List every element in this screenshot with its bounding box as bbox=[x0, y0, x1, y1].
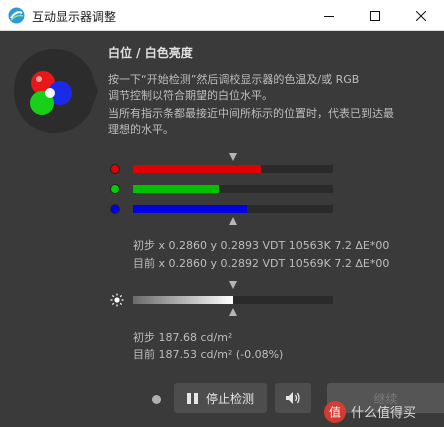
stop-measurement-label: 停止检测 bbox=[205, 391, 254, 406]
audio-button[interactable] bbox=[275, 383, 311, 413]
red-channel-dot bbox=[110, 164, 120, 174]
instruction-line-2: 调节控制以符合期望的白位水平。 bbox=[108, 89, 273, 102]
instruction-line-1: 按一下“开始检测”然后调校显示器的色温及/或 RGB bbox=[108, 73, 360, 86]
window-title: 互动显示器调整 bbox=[32, 10, 117, 24]
title-bar: 互动显示器调整 bbox=[0, 0, 444, 31]
section-heading: 白位 / 白色亮度 bbox=[108, 46, 193, 60]
rgb-current-reading: 目前 x 0.2860 y 0.2892 VDT 10569K 7.2 ΔE*0… bbox=[133, 257, 390, 270]
blue-channel-fill bbox=[133, 205, 247, 213]
red-channel-fill bbox=[133, 165, 261, 173]
calibration-panel: 白位 / 白色亮度 按一下“开始检测”然后调校显示器的色温及/或 RGB 调节控… bbox=[0, 31, 444, 427]
close-icon bbox=[416, 10, 426, 21]
svg-text:值: 值 bbox=[329, 405, 341, 420]
rgb-target-marker-top bbox=[229, 153, 237, 161]
green-channel-fill bbox=[133, 185, 219, 193]
status-indicator-dot bbox=[152, 395, 161, 404]
stop-measurement-button[interactable]: 停止检测 bbox=[174, 383, 267, 413]
maximize-button[interactable] bbox=[352, 0, 398, 31]
rgb-target-marker-bottom bbox=[229, 217, 237, 225]
luminance-target-marker-bottom bbox=[229, 308, 237, 316]
luminance-bar bbox=[133, 296, 333, 304]
application-window: 互动显示器调整 白位 / 白色亮度 按一下“开始检测”然后调校显示器的色温及/或… bbox=[0, 0, 444, 427]
brightness-icon bbox=[110, 293, 124, 307]
blue-channel-bar bbox=[133, 205, 333, 213]
speaker-icon bbox=[286, 392, 300, 404]
luminance-current-reading: 目前 187.53 cd/m² (-0.08%) bbox=[133, 348, 284, 361]
luminance-initial-reading: 初步 187.68 cd/m² bbox=[133, 331, 233, 344]
rgb-logo-icon bbox=[14, 49, 98, 133]
instruction-line-3: 当所有指示条都最接近中间所标示的位置时，代表已到达最 bbox=[108, 107, 394, 120]
green-channel-dot bbox=[110, 184, 120, 194]
red-channel-bar bbox=[133, 165, 333, 173]
blue-channel-dot bbox=[110, 204, 120, 214]
svg-text:什么值得买: 什么值得买 bbox=[351, 405, 416, 421]
watermark: 值 什么值得买 bbox=[324, 401, 416, 423]
instruction-line-4: 理想的水平。 bbox=[108, 123, 174, 136]
luminance-fill bbox=[133, 296, 233, 304]
green-channel-bar bbox=[133, 185, 333, 193]
pause-icon bbox=[186, 392, 198, 404]
minimize-icon bbox=[324, 15, 334, 17]
app-logo-icon bbox=[8, 7, 25, 24]
luminance-target-marker-top bbox=[229, 281, 237, 289]
close-button[interactable] bbox=[398, 0, 444, 31]
maximize-icon bbox=[370, 10, 380, 21]
minimize-button[interactable] bbox=[306, 0, 352, 31]
rgb-initial-reading: 初步 x 0.2860 y 0.2893 VDT 10563K 7.2 ΔE*0… bbox=[133, 239, 390, 252]
